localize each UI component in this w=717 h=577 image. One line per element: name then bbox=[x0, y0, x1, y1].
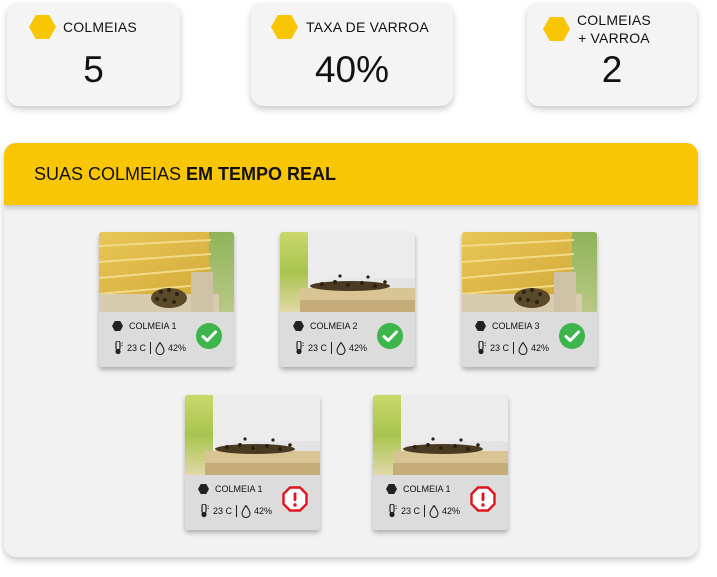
stat-card-colmeias: COLMEIAS 5 bbox=[7, 3, 180, 106]
thermometer-icon bbox=[114, 341, 124, 355]
hive-humidity: 42% bbox=[349, 343, 368, 353]
hive-name: COLMEIA 2 bbox=[310, 321, 358, 331]
thermometer-icon bbox=[200, 504, 210, 518]
hexagon-icon bbox=[198, 484, 209, 494]
hive-entrance-photo bbox=[185, 395, 320, 475]
hive-entrance-photo bbox=[280, 232, 415, 312]
stat-label-line: + VARROA bbox=[578, 30, 650, 46]
humidity-drop-icon bbox=[241, 504, 251, 518]
panel-title-bold: EM TEMPO REAL bbox=[186, 163, 337, 184]
stat-card-hives-with-varroa: COLMEIAS + VARROA 2 bbox=[527, 3, 697, 106]
stat-label-line: COLMEIAS bbox=[577, 12, 651, 28]
hive-name-row: COLMEIA 3 bbox=[475, 321, 540, 331]
hive-name-row: COLMEIA 1 bbox=[112, 321, 177, 331]
metric-divider bbox=[150, 342, 152, 354]
hive-metrics: 23 C 42% bbox=[294, 341, 367, 355]
hexagon-icon bbox=[386, 484, 397, 494]
humidity-drop-icon bbox=[518, 341, 528, 355]
stat-value: 40% bbox=[314, 49, 390, 90]
hive-card[interactable]: COLMEIA 3 23 C 42% bbox=[462, 232, 597, 367]
stat-label: COLMEIAS bbox=[63, 19, 137, 35]
hive-humidity: 42% bbox=[442, 506, 461, 516]
stat-value: 5 bbox=[83, 49, 104, 90]
hive-name-row: COLMEIA 2 bbox=[293, 321, 358, 331]
panel-title-light: SUAS COLMEIAS bbox=[34, 163, 182, 184]
humidity-drop-icon bbox=[155, 341, 165, 355]
hive-metrics: 23 C 42% bbox=[476, 341, 549, 355]
stat-label: COLMEIAS + VARROA bbox=[577, 11, 651, 47]
stat-label: TAXA DE VARROA bbox=[306, 19, 429, 35]
hive-humidity: 42% bbox=[168, 343, 187, 353]
thermometer-icon bbox=[477, 341, 487, 355]
realtime-header: SUAS COLMEIAS EM TEMPO REAL bbox=[4, 143, 698, 205]
hive-temperature: 23 C bbox=[127, 343, 147, 353]
hive-name: COLMEIA 1 bbox=[403, 484, 451, 494]
stat-card-header: COLMEIAS + VARROA bbox=[543, 11, 651, 47]
humidity-drop-icon bbox=[429, 504, 439, 518]
stat-card-varroa-rate: TAXA DE VARROA 40% bbox=[251, 3, 453, 106]
hexagon-icon bbox=[475, 321, 486, 331]
hive-name: COLMEIA 3 bbox=[492, 321, 540, 331]
alert-octagon-icon bbox=[282, 486, 308, 512]
hive-humidity: 42% bbox=[254, 506, 273, 516]
hive-temperature: 23 C bbox=[308, 343, 328, 353]
hive-card[interactable]: COLMEIA 2 23 C 42% bbox=[280, 232, 415, 367]
hive-metrics: 23 C 42% bbox=[199, 504, 272, 518]
hive-name: COLMEIA 1 bbox=[215, 484, 263, 494]
hexagon-icon bbox=[29, 15, 56, 39]
hexagon-icon bbox=[112, 321, 123, 331]
check-circle-icon bbox=[559, 323, 585, 349]
hive-temperature: 23 C bbox=[490, 343, 510, 353]
hive-name: COLMEIA 1 bbox=[129, 321, 177, 331]
hive-card[interactable]: COLMEIA 1 23 C 42% bbox=[185, 395, 320, 530]
hive-metrics: 23 C 42% bbox=[387, 504, 460, 518]
hive-card[interactable]: COLMEIA 1 23 C 42% bbox=[373, 395, 508, 530]
thermometer-icon bbox=[295, 341, 305, 355]
hive-humidity: 42% bbox=[531, 343, 550, 353]
thermometer-icon bbox=[388, 504, 398, 518]
hive-name-row: COLMEIA 1 bbox=[386, 484, 451, 494]
check-circle-icon bbox=[196, 323, 222, 349]
hexagon-icon bbox=[543, 17, 570, 41]
hive-box-photo bbox=[462, 232, 597, 312]
check-circle-icon bbox=[377, 323, 403, 349]
hive-card[interactable]: COLMEIA 1 23 C 42% bbox=[99, 232, 234, 367]
metric-divider bbox=[513, 342, 515, 354]
hive-temperature: 23 C bbox=[213, 506, 233, 516]
metric-divider bbox=[236, 505, 238, 517]
hive-entrance-photo bbox=[373, 395, 508, 475]
metric-divider bbox=[424, 505, 426, 517]
hive-box-photo bbox=[99, 232, 234, 312]
hexagon-icon bbox=[293, 321, 304, 331]
stat-value: 2 bbox=[601, 49, 623, 90]
hexagon-icon bbox=[271, 15, 298, 39]
stat-card-header: TAXA DE VARROA bbox=[271, 15, 429, 39]
alert-octagon-icon bbox=[470, 486, 496, 512]
stat-card-header: COLMEIAS bbox=[29, 15, 137, 39]
hive-metrics: 23 C 42% bbox=[113, 341, 186, 355]
hive-name-row: COLMEIA 1 bbox=[198, 484, 263, 494]
humidity-drop-icon bbox=[336, 341, 346, 355]
hive-temperature: 23 C bbox=[401, 506, 421, 516]
metric-divider bbox=[331, 342, 333, 354]
